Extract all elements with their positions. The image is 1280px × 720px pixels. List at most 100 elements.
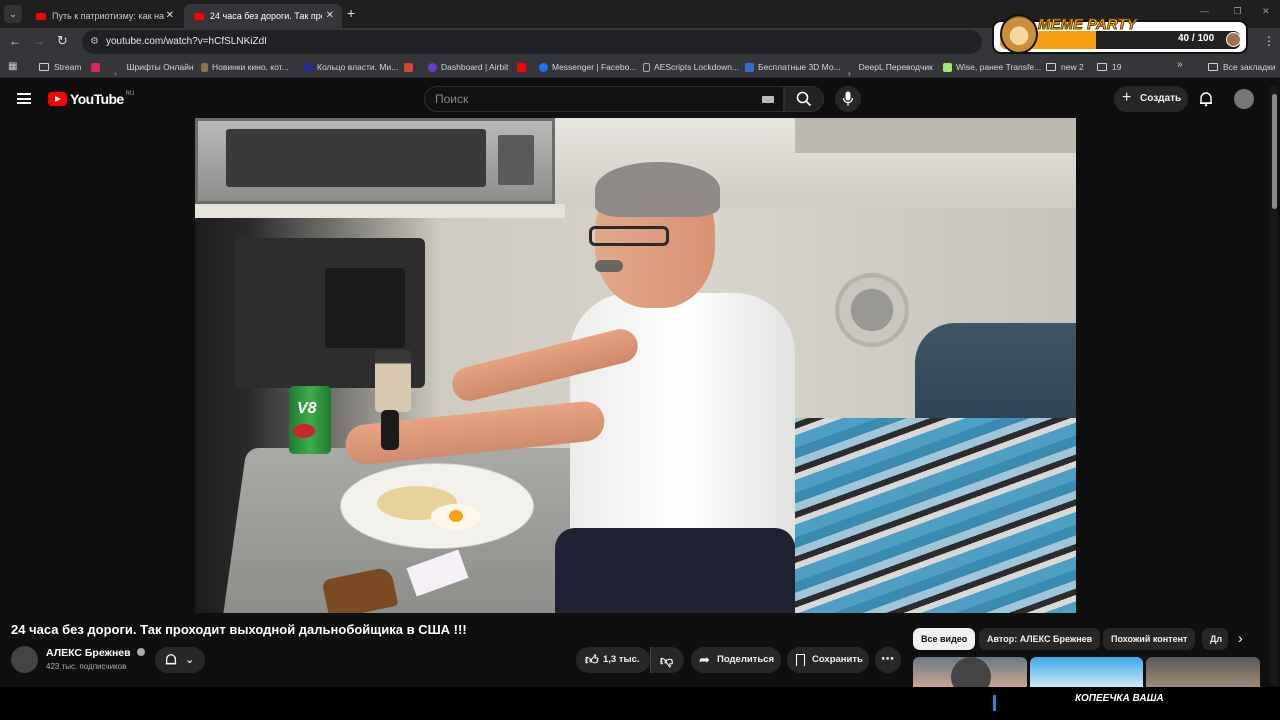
channel-avatar[interactable] <box>11 646 38 673</box>
doge-avatar-icon <box>1000 14 1038 54</box>
chevron-down-icon: ⌄ <box>185 654 195 666</box>
address-bar[interactable]: ⚙ youtube.com/watch?v=hCfSLNKiZdI <box>82 30 982 54</box>
region-code: RU <box>125 91 135 97</box>
voice-search-button[interactable] <box>835 86 861 112</box>
bookmark-fonts[interactable]: › Шрифты Онлайн <box>114 56 194 78</box>
all-bookmarks[interactable]: Все закладки <box>1208 56 1276 78</box>
share-button[interactable]: ➦ Поделиться <box>691 647 781 673</box>
related-thumbnail[interactable] <box>1146 657 1260 687</box>
youtube-play-icon <box>48 92 67 106</box>
notifications-bell-icon[interactable] <box>1198 91 1214 107</box>
overlay-accent-line <box>993 695 996 711</box>
tab-title: 24 часа без дороги. Так прохо <box>210 11 322 21</box>
channel-name[interactable]: АЛЕКС Брежнев <box>46 647 145 659</box>
bookmark-rings-of-power[interactable]: Кольцо власти. Ми... <box>304 56 398 78</box>
gmail-icon <box>404 62 413 72</box>
bookmark-gmail[interactable] <box>404 56 417 78</box>
related-thumbnail[interactable] <box>913 657 1027 687</box>
monitor-arm <box>325 268 405 348</box>
chip-author[interactable]: Автор: АЛЕКС Брежнев <box>979 628 1101 650</box>
bottom-overlay-bar: КОПЕЕЧКА ВАША <box>0 687 1280 720</box>
video-title: 24 часа без дороги. Так проходит выходно… <box>11 622 467 637</box>
bookmark-deepl[interactable]: › DeepL Переводчик <box>848 56 933 78</box>
folder-icon <box>39 63 49 71</box>
minimize-icon[interactable]: — <box>1200 6 1209 16</box>
browser-tab-active[interactable]: 24 часа без дороги. Так прохо ✕ <box>184 4 342 28</box>
search-button[interactable] <box>784 86 824 112</box>
overlay-caption: КОПЕЕЧКА ВАША <box>1075 693 1164 704</box>
subscribe-notifications-button[interactable]: ⌄ <box>155 647 205 673</box>
tab-search-button[interactable]: ⌄ <box>4 5 22 23</box>
browser-tab[interactable]: Путь к патриотизму: как научи ✕ <box>26 4 182 28</box>
bell-icon <box>165 654 177 665</box>
youtube-favicon-icon <box>36 12 46 20</box>
dislike-button[interactable]: 👎︎ <box>650 647 684 673</box>
bookmark-icon <box>428 62 437 72</box>
bookmark-icon <box>943 62 952 72</box>
chips-next-arrow-icon[interactable]: › <box>1238 630 1243 646</box>
close-window-icon[interactable]: ✕ <box>1262 6 1270 16</box>
site-info-icon[interactable]: ⚙ <box>90 30 99 54</box>
plate <box>340 463 534 549</box>
youtube-logo[interactable]: YouTube RU <box>48 91 134 107</box>
folder-icon <box>1097 63 1107 71</box>
bookmark-aescripts[interactable]: AEScripts Lockdown... <box>643 56 739 78</box>
subscriber-count: 423 тыс. подписчиков <box>46 662 127 671</box>
striped-blanket <box>755 418 1076 613</box>
forward-icon[interactable]: → <box>33 34 45 48</box>
bookmarks-bar: ▦ Stream › Шрифты Онлайн Новинки кино, ко… <box>0 56 1280 78</box>
scrollbar-thumb[interactable] <box>1272 94 1277 209</box>
search-input[interactable]: Поиск <box>424 86 784 112</box>
reload-icon[interactable]: ↻ <box>57 33 68 49</box>
bookmark-icon <box>745 62 754 72</box>
apps-grid-icon[interactable]: ▦ <box>8 61 17 72</box>
more-bookmarks-icon[interactable]: » <box>1177 59 1183 70</box>
close-tab-icon[interactable]: ✕ <box>326 10 334 21</box>
keyboard-icon[interactable] <box>762 96 774 103</box>
v8-label: V8 <box>297 400 317 417</box>
youtube-bookmark-icon <box>91 62 100 72</box>
bookmark-movies[interactable]: Новинки кино, кот... <box>201 56 289 78</box>
bookmark-airbit[interactable]: Dashboard | Airbit <box>428 56 508 78</box>
more-actions-button[interactable]: ⋯ <box>875 647 901 673</box>
microwave <box>195 118 555 204</box>
close-tab-icon[interactable]: ✕ <box>166 10 174 21</box>
related-thumbnail[interactable] <box>1030 657 1143 687</box>
chip-more[interactable]: Дл <box>1202 628 1228 650</box>
bookmark-icon <box>643 62 650 72</box>
hamburger-menu-icon[interactable] <box>17 93 31 104</box>
chip-related[interactable]: Похожий контент <box>1103 628 1196 650</box>
more-horizontal-icon: ⋯ <box>881 651 894 666</box>
youtube-favicon-icon <box>194 12 204 20</box>
microphone-icon <box>842 91 854 106</box>
youtube-bookmark-icon <box>517 62 526 72</box>
save-button[interactable]: Сохранить <box>787 647 869 673</box>
browser-menu-icon[interactable]: ⋮ <box>1263 34 1275 48</box>
url-text: youtube.com/watch?v=hCfSLNKiZdI <box>106 36 267 47</box>
smartwatch <box>381 410 399 450</box>
share-arrow-icon: ➦ <box>699 652 710 667</box>
like-button[interactable]: 👍︎ 1,3 тыс. <box>576 647 650 673</box>
bookmark-save-icon <box>796 654 805 666</box>
bookmark-icon <box>201 62 208 72</box>
user-avatar[interactable] <box>1234 89 1254 109</box>
spice-jar <box>375 350 411 412</box>
thumbs-up-icon: 👍︎ <box>585 652 599 667</box>
meme-party-widget[interactable]: MEME PARTY 40 / 100 <box>992 14 1248 54</box>
create-button[interactable]: + Создать <box>1114 86 1188 112</box>
chip-all-videos[interactable]: Все видео <box>913 628 976 650</box>
video-player[interactable]: V8 <box>195 118 1076 613</box>
restore-icon[interactable]: ❐ <box>1234 6 1242 16</box>
back-icon[interactable]: ← <box>9 34 21 48</box>
bookmark-wise[interactable]: Wise, ранее Transfe... <box>943 56 1041 78</box>
bookmark-messenger[interactable]: Messenger | Facebo... <box>539 56 636 78</box>
v8-can: V8 <box>289 386 331 454</box>
bookmark-youtube-icon[interactable] <box>91 56 104 78</box>
bookmark-new2[interactable]: new 2 <box>1046 56 1084 78</box>
bookmark-3d-models[interactable]: Бесплатные 3D Мо... <box>745 56 841 78</box>
new-tab-icon[interactable]: + <box>347 5 355 21</box>
bookmark-stream[interactable]: Stream <box>39 56 81 78</box>
bookmark-youtube-icon-2[interactable] <box>517 56 530 78</box>
bookmark-icon: › <box>848 68 851 78</box>
bookmark-19[interactable]: 19 <box>1097 56 1121 78</box>
